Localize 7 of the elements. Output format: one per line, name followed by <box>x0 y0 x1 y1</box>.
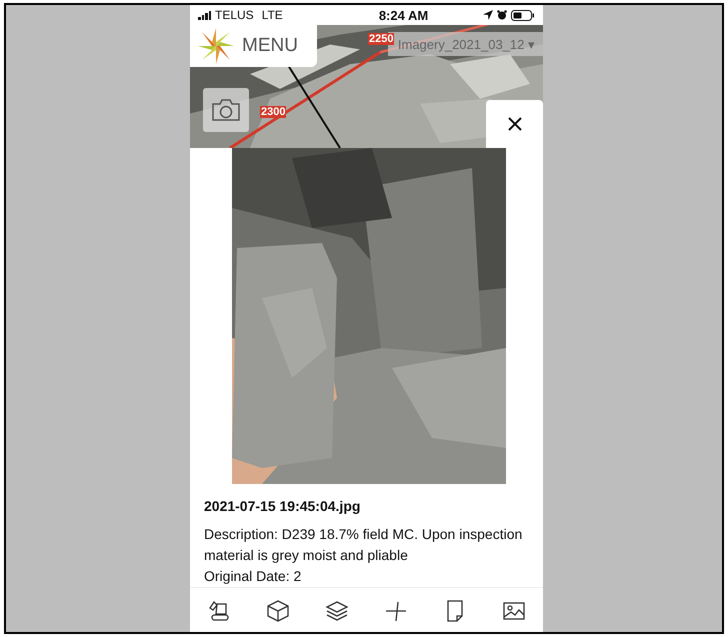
photo-description: Description: D239 18.7% field MC. Upon inspection material is grey moist and pliable <box>204 525 524 565</box>
survey-line-icon <box>384 599 408 623</box>
excavator-icon <box>207 599 232 623</box>
photo-filename: 2021-07-15 19:45:04.jpg <box>204 498 362 514</box>
cube-icon <box>266 599 290 623</box>
original-date: Original Date: 2 <box>204 567 302 586</box>
layers-icon <box>325 599 350 623</box>
